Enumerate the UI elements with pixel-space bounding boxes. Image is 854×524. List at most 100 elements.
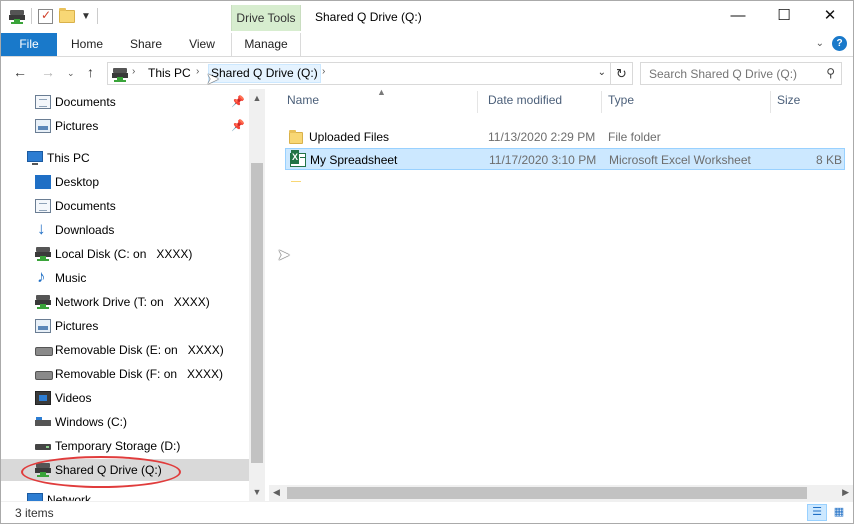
partial-folder-icon bbox=[291, 181, 301, 182]
customize-toolbar-dropdown-icon[interactable]: ▼ bbox=[81, 11, 91, 22]
nav-item-label: Videos bbox=[55, 391, 92, 405]
nav-pane-scrollbar[interactable]: ▲ ▼ bbox=[249, 89, 265, 501]
mouse-pointer-icon: ➤ bbox=[206, 71, 220, 88]
nav-item-videos[interactable]: Videos bbox=[1, 387, 249, 409]
network-drive-icon bbox=[35, 295, 51, 309]
scroll-down-icon[interactable]: ▼ bbox=[249, 487, 265, 497]
nav-item-label: Pictures bbox=[55, 119, 99, 133]
nav-item-music[interactable]: Music bbox=[1, 266, 249, 289]
documents-icon bbox=[35, 199, 51, 213]
nav-item-network-drive-t[interactable]: Network Drive (T: on XXXX) bbox=[1, 291, 249, 313]
toolbar-separator bbox=[96, 8, 98, 24]
column-header-type[interactable]: Type bbox=[608, 93, 634, 107]
file-size: 8 KB bbox=[815, 153, 842, 167]
file-row-my-spreadsheet[interactable]: My Spreadsheet 11/17/2020 3:10 PM Micros… bbox=[285, 148, 845, 170]
column-header-date-modified[interactable]: Date modified bbox=[488, 93, 562, 107]
title-bar: ▼ Drive Tools Shared Q Drive (Q:) — ☐ ✕ bbox=[1, 1, 853, 33]
nav-item-shared-q-drive[interactable]: Shared Q Drive (Q:) bbox=[1, 459, 249, 481]
file-row-uploaded-files[interactable]: Uploaded Files 11/13/2020 2:29 PM File f… bbox=[285, 126, 845, 148]
videos-icon bbox=[35, 391, 51, 405]
nav-item-label: Network Drive (T: on XXXX) bbox=[55, 295, 210, 309]
scrollbar-thumb[interactable] bbox=[251, 163, 263, 463]
removable-disk-icon bbox=[35, 367, 53, 381]
file-date-modified: 11/13/2020 2:29 PM bbox=[488, 130, 596, 144]
expand-ribbon-icon[interactable]: ⌄ bbox=[816, 38, 824, 49]
quick-access-toolbar: ▼ bbox=[9, 7, 98, 24]
ribbon-right: ⌄ ? bbox=[816, 36, 847, 51]
nav-item-pictures-pinned[interactable]: Pictures 📌 bbox=[1, 115, 249, 137]
column-header-size[interactable]: Size bbox=[777, 93, 800, 107]
tab-manage[interactable]: Manage bbox=[231, 33, 301, 56]
help-icon[interactable]: ? bbox=[832, 36, 847, 51]
address-bar[interactable]: › This PC › Shared Q Drive (Q:) › ⌄ ↻ bbox=[107, 62, 633, 85]
breadcrumb-separator-icon[interactable]: › bbox=[132, 66, 135, 77]
item-count: 3 items bbox=[15, 506, 54, 520]
folder-icon bbox=[289, 130, 303, 144]
details-view-icon[interactable]: ☰ bbox=[807, 504, 827, 521]
nav-item-this-pc[interactable]: This PC bbox=[1, 147, 249, 169]
tab-share[interactable]: Share bbox=[118, 33, 174, 56]
pin-icon[interactable]: 📌 bbox=[231, 115, 245, 137]
column-divider[interactable] bbox=[770, 91, 771, 113]
nav-item-downloads[interactable]: Downloads bbox=[1, 218, 249, 241]
search-box[interactable]: ⚲ bbox=[640, 62, 842, 85]
search-input[interactable] bbox=[641, 63, 821, 84]
minimize-button[interactable]: — bbox=[715, 1, 761, 31]
navigation-pane: Documents 📌 Pictures 📌 This PC Desktop D… bbox=[1, 89, 265, 501]
nav-item-pictures[interactable]: Pictures bbox=[1, 315, 249, 337]
search-icon[interactable]: ⚲ bbox=[826, 66, 835, 80]
network-drive-icon bbox=[35, 463, 51, 477]
column-header-name[interactable]: Name bbox=[287, 93, 319, 107]
nav-item-removable-disk-e[interactable]: Removable Disk (E: on XXXX) bbox=[1, 339, 249, 361]
file-type: File folder bbox=[608, 130, 661, 144]
nav-item-windows-c[interactable]: Windows (C:) bbox=[1, 411, 249, 433]
up-arrow-icon[interactable]: ↑ bbox=[87, 64, 94, 80]
nav-item-label: Downloads bbox=[55, 223, 115, 237]
column-divider[interactable] bbox=[601, 91, 602, 113]
nav-item-label: Pictures bbox=[55, 319, 99, 333]
nav-item-documents-pinned[interactable]: Documents 📌 bbox=[1, 91, 249, 113]
scrollbar-thumb[interactable] bbox=[287, 487, 807, 499]
maximize-button[interactable]: ☐ bbox=[761, 1, 807, 31]
file-name: My Spreadsheet bbox=[310, 153, 398, 167]
breadcrumb-separator-icon[interactable]: › bbox=[322, 66, 325, 77]
new-folder-icon[interactable] bbox=[59, 7, 75, 23]
nav-item-label: Shared Q Drive (Q:) bbox=[55, 463, 162, 477]
file-list-pane: ▲ Name Date modified Type Size Uploaded … bbox=[277, 87, 853, 501]
close-button[interactable]: ✕ bbox=[807, 1, 853, 31]
breadcrumb-this-pc[interactable]: This PC bbox=[148, 66, 191, 80]
breadcrumb-separator-icon[interactable]: › bbox=[196, 66, 199, 77]
file-name: Uploaded Files bbox=[309, 130, 390, 144]
scroll-right-icon[interactable]: ▶ bbox=[842, 487, 849, 498]
nav-item-documents[interactable]: Documents bbox=[1, 195, 249, 217]
address-dropdown-icon[interactable]: ⌄ bbox=[598, 67, 606, 78]
nav-item-label: Network bbox=[47, 493, 92, 501]
tab-file[interactable]: File bbox=[1, 33, 57, 56]
back-arrow-icon[interactable]: ← bbox=[13, 64, 27, 80]
file-date-modified: 11/17/2020 3:10 PM bbox=[489, 153, 597, 167]
nav-item-temporary-storage-d[interactable]: Temporary Storage (D:) bbox=[1, 435, 249, 457]
drive-tools-context-tab: Drive Tools bbox=[231, 5, 301, 31]
tab-home[interactable]: Home bbox=[61, 33, 113, 56]
properties-icon[interactable] bbox=[38, 8, 53, 24]
breadcrumb-shared-q-drive[interactable]: Shared Q Drive (Q:) bbox=[208, 64, 321, 83]
scroll-up-icon[interactable]: ▲ bbox=[249, 93, 265, 103]
scroll-left-icon[interactable]: ◀ bbox=[273, 487, 280, 498]
large-icons-view-icon[interactable]: ▦ bbox=[829, 504, 849, 521]
recent-locations-icon[interactable]: ⌄ bbox=[67, 68, 75, 79]
pin-icon[interactable]: 📌 bbox=[231, 91, 245, 113]
nav-item-label: Windows (C:) bbox=[55, 415, 128, 429]
disk-icon bbox=[35, 439, 51, 453]
nav-item-desktop[interactable]: Desktop bbox=[1, 171, 249, 193]
forward-arrow-icon[interactable]: → bbox=[41, 64, 55, 80]
nav-item-label: Music bbox=[55, 271, 87, 285]
file-list-horizontal-scrollbar[interactable]: ◀ ▶ bbox=[269, 485, 853, 501]
nav-item-network[interactable]: Network bbox=[1, 489, 249, 501]
tab-view[interactable]: View bbox=[177, 33, 227, 56]
pictures-icon bbox=[35, 119, 51, 133]
column-divider[interactable] bbox=[477, 91, 478, 113]
nav-item-removable-disk-f[interactable]: Removable Disk (F: on XXXX) bbox=[1, 363, 249, 385]
nav-item-local-disk-c[interactable]: Local Disk (C: on XXXX) bbox=[1, 243, 249, 265]
refresh-icon[interactable]: ↻ bbox=[610, 63, 632, 84]
nav-item-label: Local Disk (C: on XXXX) bbox=[55, 247, 193, 261]
